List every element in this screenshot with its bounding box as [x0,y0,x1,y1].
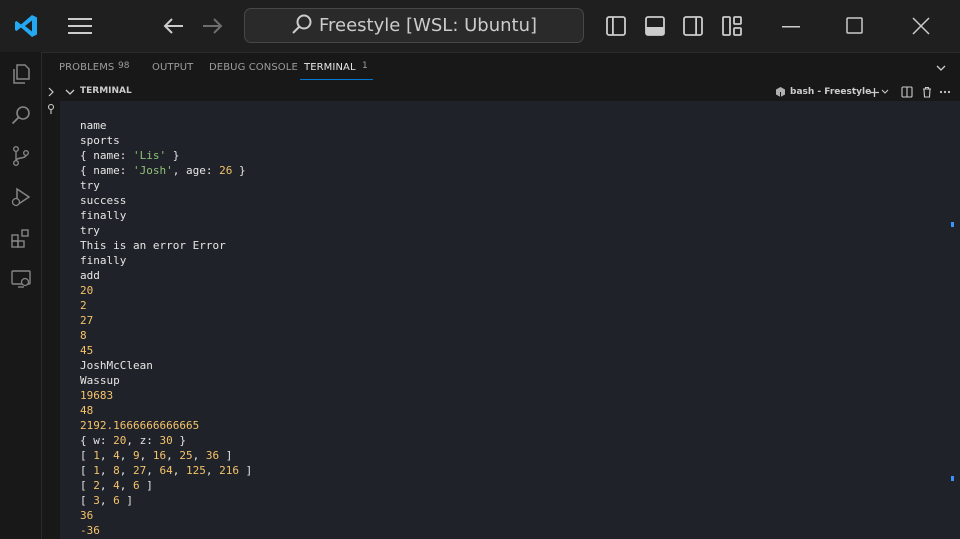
new-terminal-icon[interactable] [868,85,880,99]
terminal-line: { name: 'Lis' } [80,149,180,162]
command-center-search[interactable]: Freestyle [WSL: Ubuntu] [244,8,584,43]
terminal-section-header: TERMINAL bash - Freestyle [60,83,960,101]
terminal-line: 2 [80,299,87,312]
terminal-line: try [80,179,100,192]
menu-icon[interactable] [66,14,94,38]
terminal-line: 36 [80,509,94,522]
panel-tab-bar: PROBLEMS 98 OUTPUT DEBUG CONSOLE TERMINA… [42,52,960,83]
terminal-line: sports [80,134,120,147]
placeholder-28 [933,61,947,75]
more-actions-icon[interactable] [938,85,952,99]
terminal-line: success [80,194,127,207]
toggle-secondary-sidebar-icon[interactable] [681,14,705,38]
remote-explorer-icon[interactable] [8,266,34,292]
launch-profile-chevron-icon[interactable] [881,86,889,98]
terminal-line: 2192.1666666666665 [80,419,200,432]
source-control-icon[interactable] [8,143,34,169]
terminal-profile-icon [774,85,786,99]
terminal-line: -36 [80,524,100,537]
scrollbar-marker [951,222,954,227]
terminal-line: [ 3, 6 ] [80,494,133,507]
terminal-line: This is an error Error [80,239,226,252]
terminal-line: 8 [80,329,87,342]
activity-bar [0,52,42,539]
tab-problems[interactable]: PROBLEMS [59,62,114,73]
terminal-instance-label[interactable]: bash - Freestyle [790,87,871,97]
maximize-icon[interactable] [842,14,868,38]
split-terminal-icon[interactable] [900,85,914,99]
active-tab-indicator [300,79,373,80]
terminal-line: [ 1, 4, 9, 16, 25, 36 ] [80,449,233,462]
vscode-logo[interactable] [12,12,40,40]
toggle-panel-icon[interactable] [643,14,667,38]
toggle-primary-sidebar-icon[interactable] [604,14,628,38]
tab-output[interactable]: OUTPUT [152,62,193,73]
trash-icon[interactable] [920,85,934,99]
terminal-line: [ 2, 4, 6 ] [80,479,153,492]
terminal-line: 20 [80,284,94,297]
tab-terminal[interactable]: TERMINAL [304,62,356,73]
problems-count-badge: 98 [118,61,130,71]
pin-icon[interactable] [45,103,57,115]
terminal-line: 48 [80,404,94,417]
search-text: Freestyle [WSL: Ubuntu] [318,15,538,36]
terminal-line: Wassup [80,374,120,387]
terminal-output[interactable]: name sports { name: 'Lis' } { name: 'Josh',… [60,101,960,539]
terminal-line: { w: 20, z: 30 } [80,434,186,447]
terminal-line: finally [80,254,127,267]
chevron-down-icon[interactable] [65,87,75,97]
terminal-line: finally [80,209,127,222]
terminal-line: JoshMcClean [80,359,153,372]
search-icon [291,13,313,39]
scrollbar-marker [951,476,954,481]
run-debug-icon[interactable] [8,184,34,210]
terminal-line: 19683 [80,389,114,402]
tab-debug-console[interactable]: DEBUG CONSOLE [209,62,298,73]
chevron-right-icon[interactable] [46,86,56,98]
terminal-line: name [80,119,107,132]
customize-layout-icon[interactable] [720,14,744,38]
minimize-icon[interactable] [778,14,804,38]
terminal-section-title: TERMINAL [80,86,132,96]
extensions-icon[interactable] [8,225,34,251]
back-arrow-icon[interactable] [160,14,186,38]
terminal-count-badge: 1 [362,61,368,71]
search-icon[interactable] [8,102,34,128]
terminal-line: 27 [80,314,94,327]
title-bar: Freestyle [WSL: Ubuntu] [0,0,960,52]
terminal-line: 45 [80,344,94,357]
terminal-line: try [80,224,100,237]
terminal-line: add [80,269,100,282]
forward-arrow-icon[interactable] [200,14,226,38]
explorer-icon[interactable] [8,61,34,87]
panel-side-gutter [42,83,60,539]
close-icon[interactable] [908,14,934,38]
terminal-line: [ 1, 8, 27, 64, 125, 216 ] [80,464,253,477]
terminal-line: { name: 'Josh', age: 26 } [80,164,246,177]
